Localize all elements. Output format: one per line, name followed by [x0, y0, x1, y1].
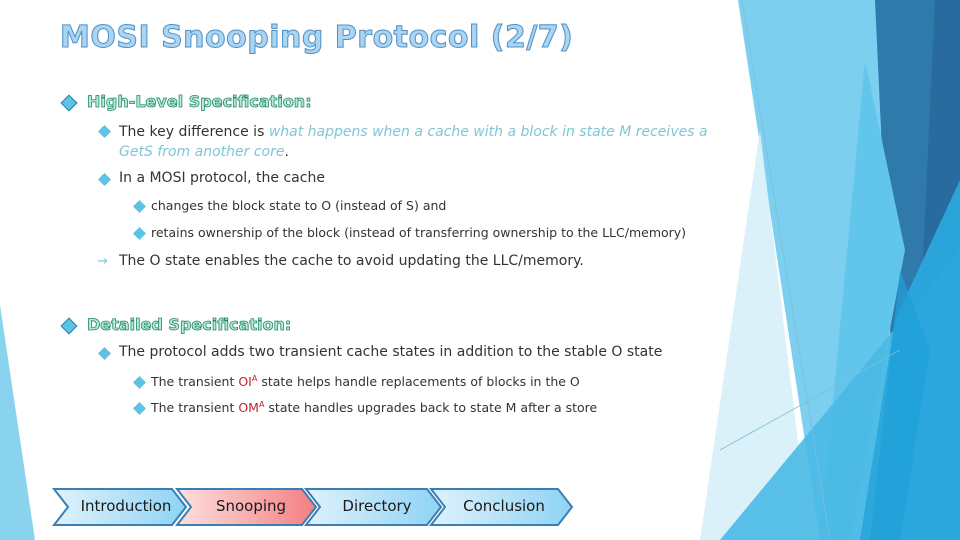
nav-chevrons — [51, 488, 574, 526]
nav-item-introduction[interactable]: Introduction — [68, 497, 184, 515]
nav-item-conclusion[interactable]: Conclusion — [443, 497, 565, 515]
nav-item-snooping[interactable]: Snooping — [191, 497, 311, 515]
nav-item-directory[interactable]: Directory — [318, 497, 436, 515]
